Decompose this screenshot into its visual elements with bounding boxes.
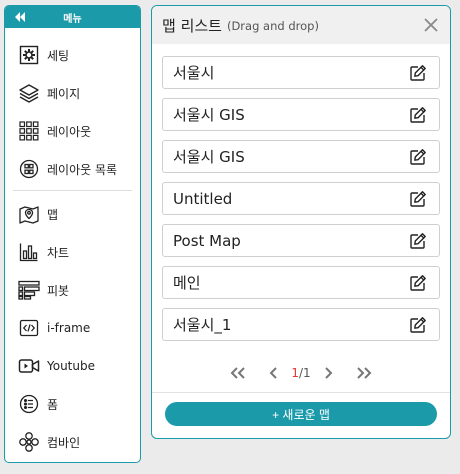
- sidebar-item-layout-list[interactable]: 레이아웃 목록: [5, 150, 140, 188]
- last-page-button[interactable]: [355, 364, 373, 382]
- sidebar-item-label: 페이지: [47, 86, 81, 101]
- grid-icon: [18, 120, 40, 142]
- sidebar-menu: 세팅 페이지 레이아웃 레이아웃 목록 맵 차트 피봇 i-frame Yout…: [5, 28, 140, 461]
- chevron-left-icon: [269, 367, 278, 379]
- sidebar-item-label: 컴바인: [47, 435, 81, 450]
- sidebar-item-layout[interactable]: 레이아웃: [5, 112, 140, 150]
- sidebar-item-label: Youtube: [47, 359, 95, 373]
- add-map-button[interactable]: + 새로운 맵: [165, 402, 437, 426]
- sidebar-item-label: 세팅: [47, 48, 70, 63]
- map-list-item[interactable]: Post Map: [162, 224, 440, 257]
- edit-icon[interactable]: [409, 274, 427, 292]
- next-page-button[interactable]: [319, 364, 337, 382]
- map-icon: [18, 203, 40, 225]
- map-name: 서울시_1: [173, 316, 232, 334]
- sidebar-header: 메뉴: [5, 6, 140, 28]
- edit-icon[interactable]: [409, 106, 427, 124]
- sidebar-item-label: 폼: [47, 397, 59, 412]
- sidebar-item-iframe[interactable]: i-frame: [5, 309, 140, 347]
- panel-divider: [152, 392, 450, 393]
- map-list-item[interactable]: 서울시_1: [162, 308, 440, 341]
- current-page: 1: [291, 366, 299, 380]
- panel-header: 맵 리스트 (Drag and drop): [152, 6, 450, 44]
- edit-icon[interactable]: [409, 316, 427, 334]
- panel-hint: (Drag and drop): [226, 19, 319, 33]
- video-icon: [18, 355, 40, 377]
- total-pages: /1: [298, 366, 311, 380]
- map-name: 서울시: [173, 64, 215, 82]
- edit-icon[interactable]: [409, 190, 427, 208]
- code-icon: [18, 317, 40, 339]
- sidebar-item-youtube[interactable]: Youtube: [5, 347, 140, 385]
- map-list-item[interactable]: 메인: [162, 266, 440, 299]
- map-list: 서울시 서울시 GIS 서울시 GIS Untitled Post Map 메인…: [162, 56, 440, 350]
- map-name: 메인: [173, 274, 201, 292]
- sidebar-item-label: 맵: [47, 207, 59, 222]
- map-list-item[interactable]: Untitled: [162, 182, 440, 215]
- double-chevron-left-icon: [230, 367, 246, 379]
- prev-page-button[interactable]: [265, 364, 283, 382]
- map-list-item[interactable]: 서울시: [162, 56, 440, 89]
- panel-title: 맵 리스트: [162, 16, 222, 35]
- sidebar-item-combine[interactable]: 컴바인: [5, 423, 140, 461]
- form-icon: [18, 393, 40, 415]
- pivot-icon: [18, 279, 40, 301]
- chevron-right-icon: [324, 367, 333, 379]
- sidebar-item-page[interactable]: 페이지: [5, 74, 140, 112]
- map-name: 서울시 GIS: [173, 106, 245, 124]
- map-name: Untitled: [173, 189, 233, 208]
- edit-icon[interactable]: [409, 232, 427, 250]
- sidebar-item-label: 레이아웃 목록: [47, 162, 118, 177]
- pagination: 1/1: [152, 362, 450, 384]
- map-name: Post Map: [173, 231, 241, 250]
- collapse-sidebar-icon[interactable]: [13, 10, 27, 24]
- menu-divider: [13, 190, 132, 191]
- combine-icon: [18, 431, 40, 453]
- edit-icon[interactable]: [409, 148, 427, 166]
- sidebar-item-chart[interactable]: 차트: [5, 233, 140, 271]
- sidebar-item-form[interactable]: 폼: [5, 385, 140, 423]
- map-list-item[interactable]: 서울시 GIS: [162, 140, 440, 173]
- map-list-item[interactable]: 서울시 GIS: [162, 98, 440, 131]
- bar-chart-icon: [18, 241, 40, 263]
- sidebar-item-settings[interactable]: 세팅: [5, 36, 140, 74]
- sidebar-item-label: 레이아웃: [47, 124, 92, 139]
- map-name: 서울시 GIS: [173, 148, 245, 166]
- gear-icon: [18, 44, 40, 66]
- edit-icon[interactable]: [409, 64, 427, 82]
- sidebar-item-label: 차트: [47, 245, 70, 260]
- close-icon[interactable]: [423, 17, 439, 33]
- layout-list-icon: [18, 158, 40, 180]
- sidebar-item-pivot[interactable]: 피봇: [5, 271, 140, 309]
- layers-icon: [18, 82, 40, 104]
- map-list-panel: 맵 리스트 (Drag and drop) 서울시 서울시 GIS 서울시 GI…: [151, 5, 451, 439]
- double-chevron-right-icon: [356, 367, 372, 379]
- sidebar: 메뉴 세팅 페이지 레이아웃 레이아웃 목록 맵 차트 피봇 i-frame Y…: [4, 5, 141, 463]
- sidebar-item-label: i-frame: [47, 321, 91, 335]
- sidebar-item-map[interactable]: 맵: [5, 195, 140, 233]
- sidebar-item-label: 피봇: [47, 283, 70, 298]
- first-page-button[interactable]: [229, 364, 247, 382]
